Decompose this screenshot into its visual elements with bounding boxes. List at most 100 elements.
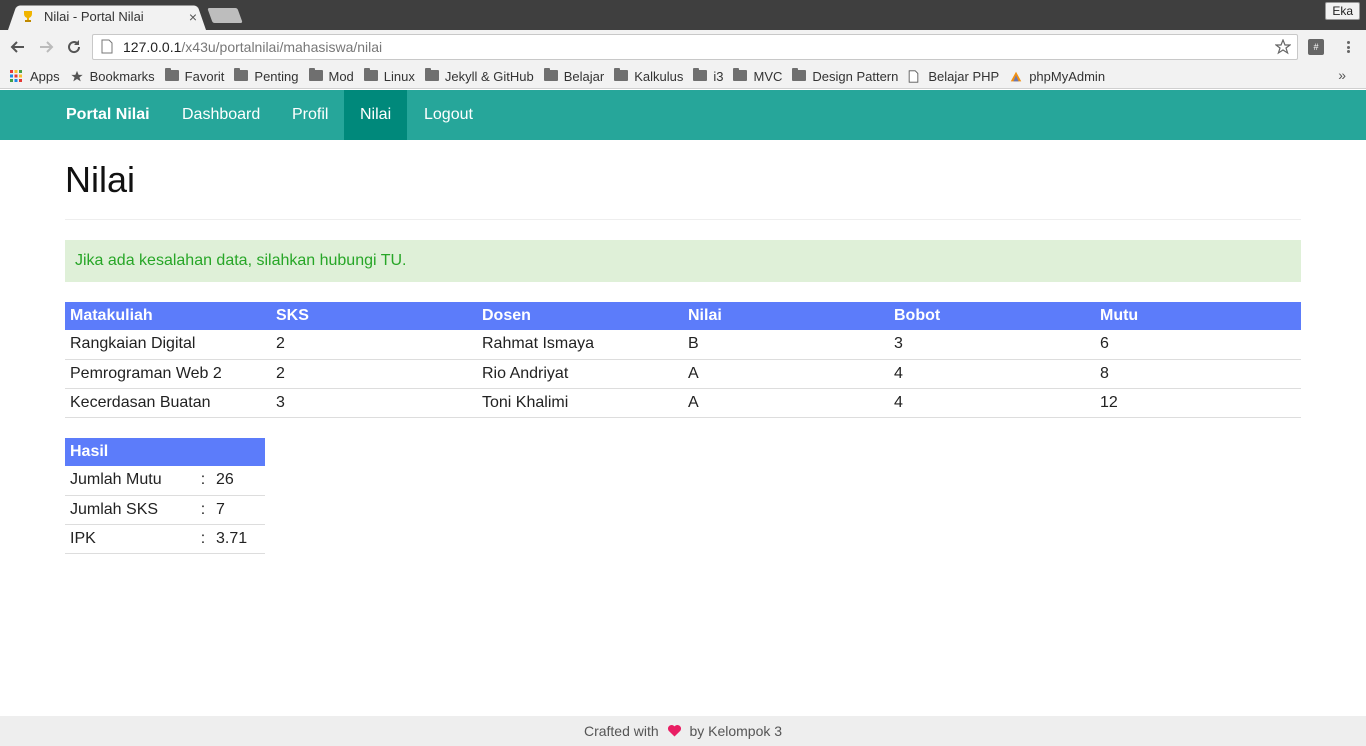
folder-icon	[733, 68, 748, 82]
summary-label: IPK	[65, 524, 195, 554]
folder-icon	[543, 68, 558, 82]
column-header-dosen: Dosen	[477, 302, 683, 330]
folder-icon	[424, 68, 439, 82]
folder-icon	[363, 68, 378, 82]
summary-row: Jumlah SKS : 7	[65, 495, 266, 525]
navbar: Portal Nilai Dashboard Profil Nilai Logo…	[0, 90, 1366, 140]
summary-separator: :	[195, 466, 211, 496]
cell-bobot: 3	[889, 330, 1095, 360]
trophy-icon	[20, 9, 36, 25]
info-alert: Jika ada kesalahan data, silahkan hubung…	[65, 240, 1301, 282]
cell-sks: 2	[271, 330, 477, 360]
bookmark-label: i3	[713, 68, 724, 84]
bookmark-label: Apps	[30, 68, 60, 84]
column-header-sks: SKS	[271, 302, 477, 330]
bookmark-mvc[interactable]: MVC	[733, 68, 783, 84]
summary-value: 7	[211, 495, 266, 525]
page-title: Nilai	[65, 159, 136, 200]
page-icon	[908, 70, 922, 83]
profile-button[interactable]: Eka	[1325, 2, 1360, 20]
bookmark-favorit[interactable]: Favorit	[164, 68, 225, 84]
url-host: 127.0.0.1	[123, 39, 182, 55]
bookmark-label: MVC	[753, 68, 783, 84]
browser-tab-bar: Nilai - Portal Nilai × Eka	[0, 0, 1366, 31]
summary-value: 26	[211, 466, 266, 496]
table-row: Rangkaian Digital 2 Rahmat Ismaya B 3 6	[65, 330, 1301, 360]
new-tab-button[interactable]	[207, 8, 243, 23]
grades-table: Matakuliah SKS Dosen Nilai Bobot Mutu Ra…	[65, 302, 1301, 418]
bookmark-label: Favorit	[184, 68, 225, 84]
extension-icon[interactable]: #	[1308, 39, 1324, 55]
folder-icon	[693, 68, 708, 82]
bookmark-label: Kalkulus	[634, 68, 684, 84]
heart-icon	[667, 717, 682, 746]
bookmark-bookmarks[interactable]: Bookmarks	[70, 69, 155, 84]
url-path: /x43u/portalnilai/mahasiswa/nilai	[181, 39, 383, 55]
close-tab-icon[interactable]: ×	[186, 10, 200, 24]
summary-label: Jumlah Mutu	[65, 466, 195, 496]
cell-dosen: Rio Andriyat	[477, 359, 683, 389]
bookmark-phpmyadmin[interactable]: phpMyAdmin	[1009, 69, 1105, 84]
folder-icon	[164, 68, 179, 82]
summary-row: Jumlah Mutu : 26	[65, 466, 266, 496]
cell-dosen: Rahmat Ismaya	[477, 330, 683, 360]
nav-dashboard[interactable]: Dashboard	[166, 90, 276, 140]
cell-nilai: A	[683, 388, 889, 418]
cell-dosen: Toni Khalimi	[477, 388, 683, 418]
bookmark-label: Design Pattern	[812, 68, 899, 84]
cell-mutu: 6	[1095, 330, 1301, 360]
browser-toolbar: 127.0.0.1/x43u/portalnilai/mahasiswa/nil…	[0, 30, 1366, 64]
bookmark-linux[interactable]: Linux	[363, 68, 415, 84]
bookmark-label: Linux	[383, 68, 415, 84]
bookmark-belajar-php[interactable]: Belajar PHP	[908, 69, 999, 84]
page-header: Nilai	[65, 158, 1301, 220]
bookmark-belajar[interactable]: Belajar	[543, 68, 605, 84]
folder-icon	[614, 68, 629, 82]
back-arrow-icon[interactable]	[8, 37, 28, 57]
bookmark-label: Jekyll & GitHub	[444, 68, 534, 84]
bookmarks-overflow-button[interactable]: »	[1338, 67, 1346, 83]
nav-nilai[interactable]: Nilai	[344, 90, 408, 140]
table-header-row: Matakuliah SKS Dosen Nilai Bobot Mutu	[65, 302, 1301, 330]
nav-logout[interactable]: Logout	[408, 90, 489, 140]
bookmark-kalkulus[interactable]: Kalkulus	[614, 68, 684, 84]
summary-table: Hasil Jumlah Mutu : 26 Jumlah SKS : 7 IP…	[65, 438, 266, 554]
brand-link[interactable]: Portal Nilai	[66, 90, 150, 140]
bookmark-i3[interactable]: i3	[693, 68, 724, 84]
bookmark-star-icon[interactable]	[1274, 38, 1292, 55]
cell-sks: 2	[271, 359, 477, 389]
tab-title: Nilai - Portal Nilai	[44, 9, 144, 24]
bookmark-label: Mod	[328, 68, 354, 84]
bookmark-apps[interactable]: Apps	[10, 69, 60, 84]
star-icon	[70, 70, 84, 82]
footer-suffix: by Kelompok 3	[689, 723, 783, 739]
summary-separator: :	[195, 524, 211, 554]
nav-profil[interactable]: Profil	[276, 90, 344, 140]
cell-bobot: 4	[889, 388, 1095, 418]
folder-icon	[234, 68, 249, 82]
cell-sks: 3	[271, 388, 477, 418]
summary-value: 3.71	[211, 524, 266, 554]
bookmark-mod[interactable]: Mod	[308, 68, 354, 84]
cell-bobot: 4	[889, 359, 1095, 389]
table-row: Kecerdasan Buatan 3 Toni Khalimi A 4 12	[65, 388, 1301, 418]
address-bar[interactable]: 127.0.0.1/x43u/portalnilai/mahasiswa/nil…	[92, 34, 1298, 60]
bookmark-jekyll-github[interactable]: Jekyll & GitHub	[424, 68, 534, 84]
column-header-mutu: Mutu	[1095, 302, 1301, 330]
forward-arrow-icon[interactable]	[36, 37, 56, 57]
reload-icon[interactable]	[64, 37, 84, 57]
folder-icon	[792, 68, 807, 82]
bookmark-label: Belajar	[563, 68, 605, 84]
cell-nilai: B	[683, 330, 889, 360]
column-header-bobot: Bobot	[889, 302, 1095, 330]
apps-grid-icon	[10, 70, 24, 82]
column-header-matakuliah: Matakuliah	[65, 302, 271, 330]
browser-tab-content[interactable]: Nilai - Portal Nilai ×	[20, 3, 204, 30]
bookmark-label: Bookmarks	[89, 68, 155, 84]
folder-icon	[308, 68, 323, 82]
bookmark-penting[interactable]: Penting	[234, 68, 299, 84]
cell-nilai: A	[683, 359, 889, 389]
table-row: Pemrograman Web 2 2 Rio Andriyat A 4 8	[65, 359, 1301, 389]
browser-menu-icon[interactable]	[1340, 38, 1356, 56]
bookmark-design-pattern[interactable]: Design Pattern	[792, 68, 899, 84]
